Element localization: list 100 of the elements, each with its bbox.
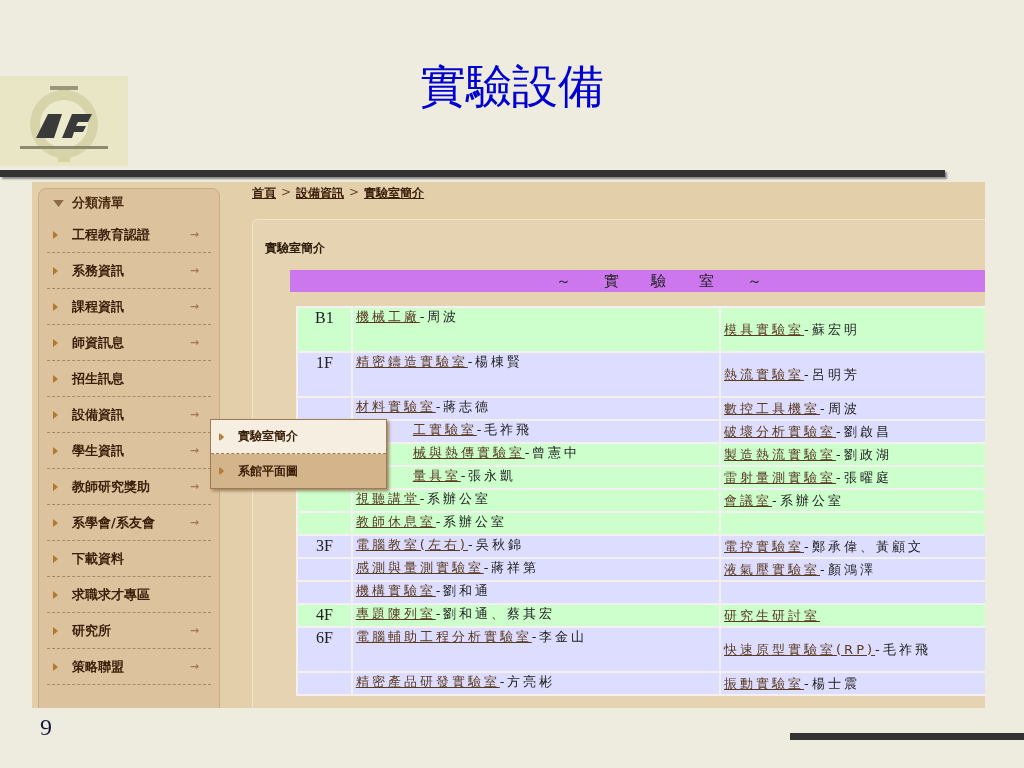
lab-link[interactable]: 電腦輔助工程分析實驗室 bbox=[355, 629, 532, 644]
menu-item[interactable]: 課程資訊 bbox=[72, 297, 190, 316]
lab-link[interactable]: 教師休息室 bbox=[355, 514, 436, 529]
bullet-icon bbox=[53, 554, 58, 563]
menu-item[interactable]: 系學會/系友會 bbox=[72, 513, 190, 532]
staff-name: -張永凱 bbox=[460, 468, 517, 483]
floor-cell: 4F bbox=[298, 605, 351, 626]
lab-link[interactable]: 模具實驗室 bbox=[724, 321, 805, 337]
lab-link[interactable]: 電控實驗室 bbox=[724, 538, 805, 554]
staff-name: -系辦公室 bbox=[772, 492, 844, 508]
breadcrumb-link[interactable]: 首頁 bbox=[252, 185, 276, 209]
menu-item[interactable]: 工程教育認證 bbox=[72, 225, 190, 244]
floor-cell: 1F bbox=[298, 353, 351, 396]
breadcrumb-link[interactable]: 實驗室簡介 bbox=[364, 185, 425, 209]
bullet-icon bbox=[219, 432, 224, 441]
staff-name: -曾憲中 bbox=[524, 445, 581, 460]
slide-title: 實驗設備 bbox=[420, 58, 604, 115]
lab-link[interactable]: 快速原型實驗室(RP) bbox=[724, 641, 876, 657]
sidebar-header: 分類清單 bbox=[72, 194, 124, 212]
bullet-icon bbox=[53, 410, 58, 419]
menu-item[interactable]: 研究所 bbox=[72, 621, 190, 640]
staff-name: -劉政湖 bbox=[836, 446, 892, 462]
lab-link[interactable]: 專題陳列室 bbox=[355, 606, 436, 621]
lab-link[interactable]: 會議室 bbox=[724, 492, 773, 508]
lab-link[interactable]: 振動實驗室 bbox=[724, 675, 805, 691]
staff-name: -毛祚飛 bbox=[875, 641, 931, 657]
menu-item[interactable]: 招生訊息 bbox=[72, 369, 211, 388]
arrow-glyph: → bbox=[189, 480, 199, 493]
staff-name: -蘇宏明 bbox=[804, 321, 860, 337]
lab-link[interactable]: 研究生研討室 bbox=[724, 607, 821, 623]
bullet-icon bbox=[53, 266, 58, 275]
menu-item[interactable]: 學生資訊 bbox=[72, 441, 190, 460]
menu-item[interactable]: 教師研究獎助 bbox=[72, 477, 190, 496]
arrow-glyph: → bbox=[189, 336, 199, 349]
lab-link[interactable]: 精密產品研發實驗室 bbox=[355, 674, 500, 689]
lab-link[interactable]: 機構實驗室 bbox=[355, 583, 436, 598]
staff-name: -毛祚飛 bbox=[476, 422, 533, 437]
staff-name: -系辦公室 bbox=[435, 514, 508, 529]
menu-item[interactable]: 系務資訊 bbox=[72, 261, 190, 280]
staff-name: -楊士震 bbox=[804, 675, 860, 691]
lab-link[interactable]: 量具室 bbox=[412, 468, 461, 483]
staff-name: -楊棟賢 bbox=[467, 354, 524, 369]
lab-link[interactable]: 視聽講堂 bbox=[355, 491, 420, 506]
lab-link[interactable]: 製造熱流實驗室 bbox=[724, 446, 837, 462]
lab-link[interactable]: 機械工廠 bbox=[355, 309, 420, 324]
bullet-icon bbox=[53, 374, 58, 383]
arrow-glyph: → bbox=[189, 624, 199, 637]
lab-link[interactable]: 材料實驗室 bbox=[355, 399, 436, 414]
staff-name: -張曜庭 bbox=[836, 469, 892, 485]
staff-name: -系辦公室 bbox=[419, 491, 492, 506]
staff-name: -劉和通、蔡其宏 bbox=[435, 606, 556, 621]
lab-link[interactable]: 破壞分析實驗室 bbox=[724, 423, 837, 439]
menu-item[interactable]: 策略聯盟 bbox=[72, 657, 190, 676]
lab-link[interactable]: 精密鑄造實驗室 bbox=[355, 354, 468, 369]
bullet-icon bbox=[53, 518, 58, 527]
staff-name: -劉啟昌 bbox=[836, 423, 892, 439]
floor-cell: B1 bbox=[298, 308, 351, 351]
breadcrumb-separator: > bbox=[349, 185, 360, 201]
bullet-icon bbox=[53, 230, 58, 239]
staff-name: -蔣祥第 bbox=[483, 560, 540, 575]
arrow-glyph: → bbox=[189, 444, 199, 457]
staff-name: -鄭承偉、黃顧文 bbox=[804, 538, 924, 554]
bullet-icon bbox=[53, 590, 58, 599]
arrow-glyph: → bbox=[189, 408, 199, 421]
arrow-glyph: → bbox=[189, 660, 199, 673]
panel-heading: 實驗室簡介 bbox=[265, 240, 326, 257]
staff-name: -顏鴻澤 bbox=[820, 561, 876, 577]
staff-name: -蔣志德 bbox=[435, 399, 492, 414]
lab-link[interactable]: 感測與量測實驗室 bbox=[355, 560, 484, 575]
floor-cell: 6F bbox=[298, 628, 351, 671]
menu-item[interactable]: 下載資料 bbox=[72, 549, 211, 568]
arrow-glyph: → bbox=[189, 300, 199, 313]
lab-link[interactable]: 工實驗室 bbox=[412, 422, 477, 437]
bullet-icon bbox=[53, 302, 58, 311]
bullet-icon bbox=[219, 467, 224, 475]
submenu-item[interactable]: 實驗室簡介 bbox=[211, 420, 386, 454]
submenu-item[interactable]: 系館平面圖 bbox=[211, 454, 386, 488]
bullet-icon bbox=[53, 446, 58, 455]
breadcrumb-separator: > bbox=[281, 185, 292, 201]
staff-name: -呂明芳 bbox=[804, 366, 860, 382]
menu-item[interactable]: 設備資訊 bbox=[72, 405, 190, 424]
page-number: 9 bbox=[40, 714, 52, 741]
staff-name: -周波 bbox=[820, 400, 860, 416]
arrow-glyph: → bbox=[189, 264, 199, 277]
arrow-glyph: → bbox=[189, 516, 199, 529]
bullet-icon bbox=[53, 338, 58, 347]
breadcrumb-link[interactable]: 設備資訊 bbox=[296, 185, 345, 209]
caret-down-icon bbox=[53, 199, 64, 207]
lab-link[interactable]: 電腦教室(左右) bbox=[355, 537, 468, 552]
staff-name: -周波 bbox=[419, 309, 460, 324]
staff-name: -方亮彬 bbox=[499, 674, 556, 689]
lab-link[interactable]: 數控工具機室 bbox=[724, 400, 821, 416]
staff-name: -吳秋錦 bbox=[467, 537, 524, 552]
lab-link[interactable]: 液氣壓實驗室 bbox=[724, 561, 821, 577]
lab-link[interactable]: 熱流實驗室 bbox=[724, 366, 805, 382]
lab-link[interactable]: 械與熱傳實驗室 bbox=[412, 445, 525, 460]
menu-item[interactable]: 求職求才專區 bbox=[72, 585, 211, 604]
floor-cell: 3F bbox=[298, 536, 351, 557]
lab-link[interactable]: 雷射量測實驗室 bbox=[724, 469, 837, 485]
menu-item[interactable]: 師資訊息 bbox=[72, 333, 190, 352]
